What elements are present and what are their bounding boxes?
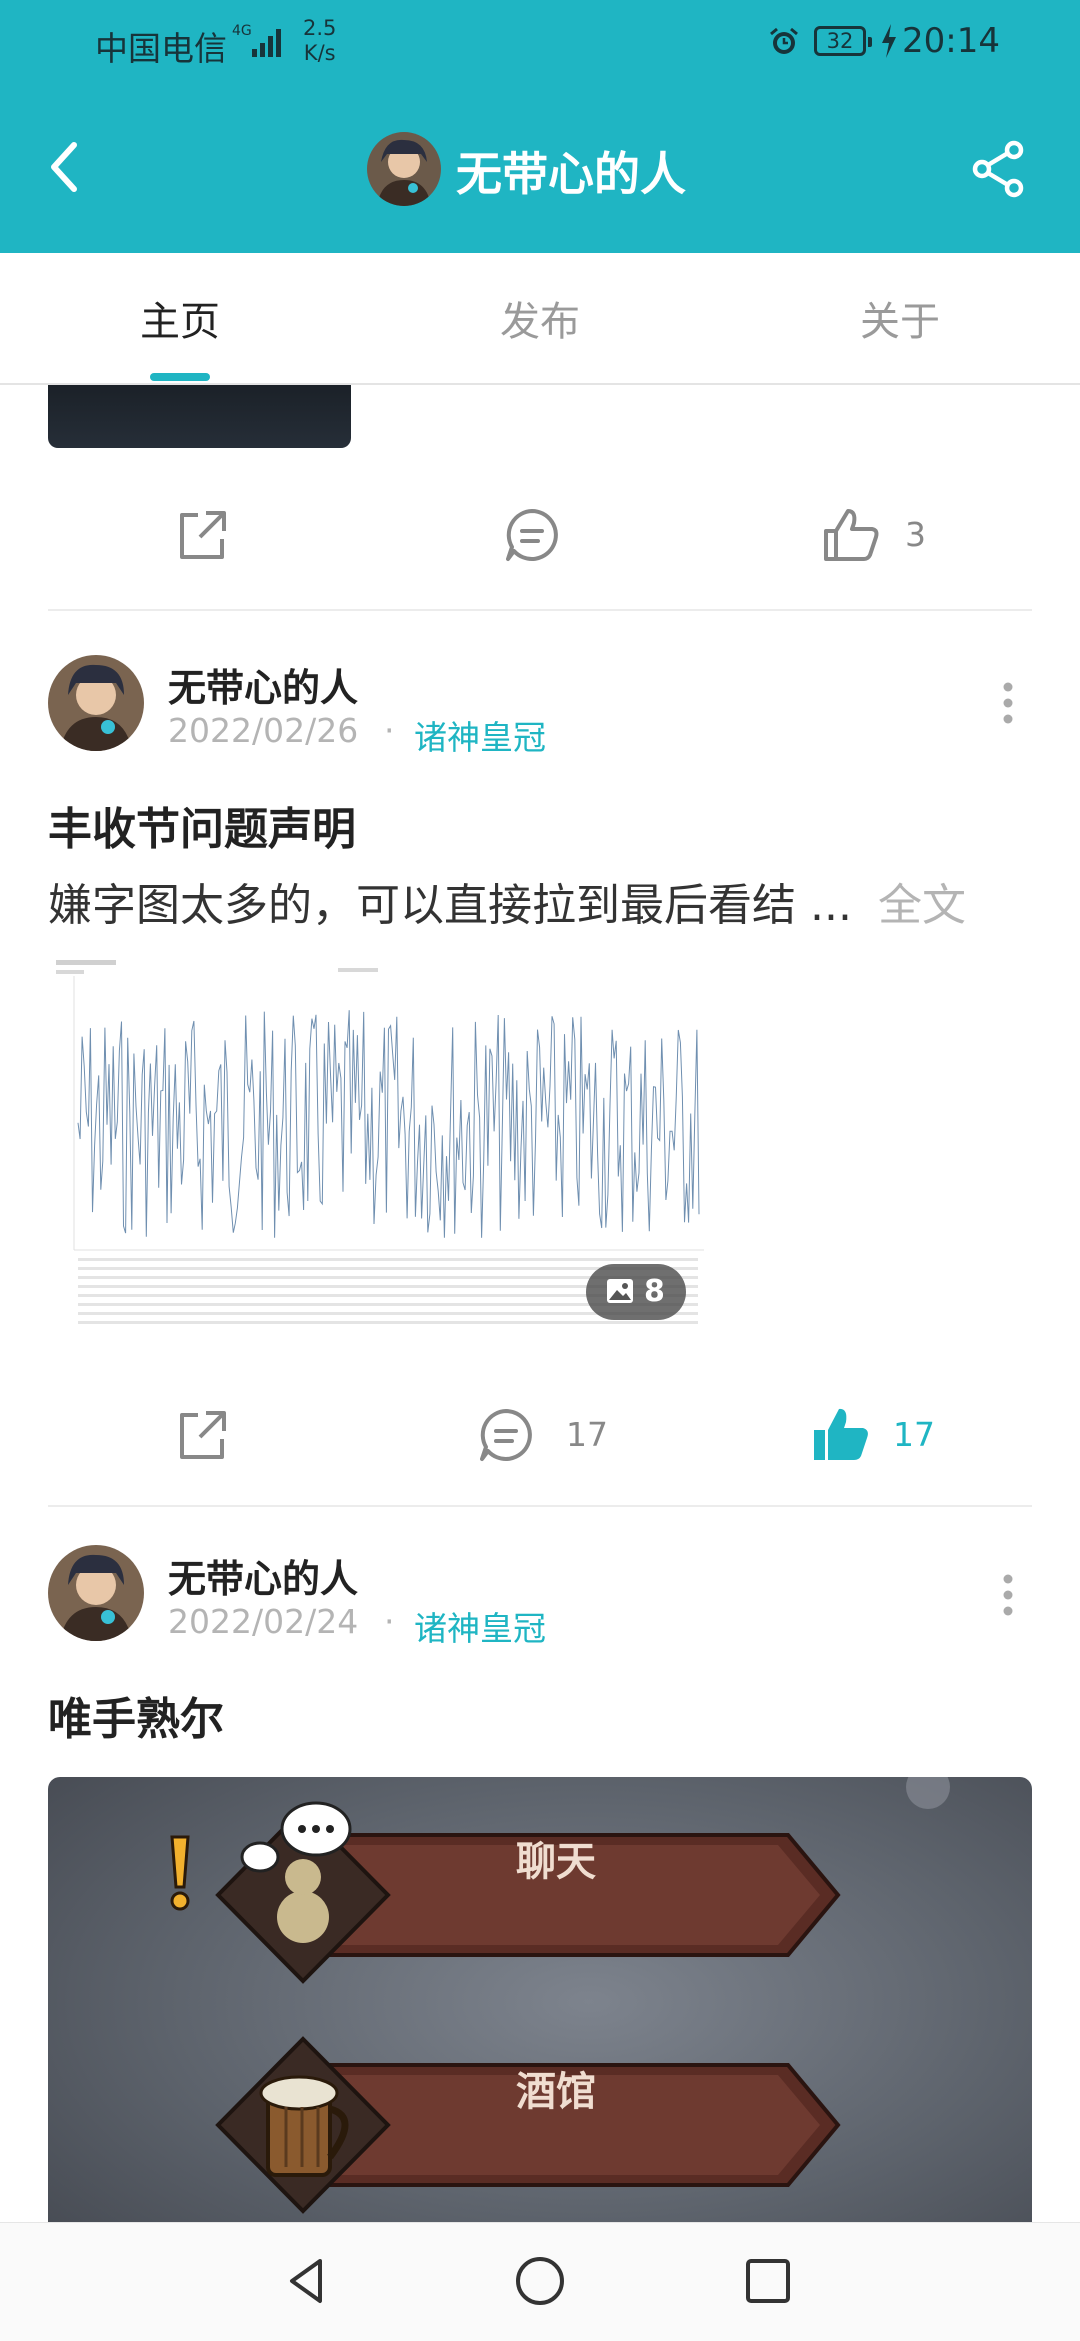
post-title[interactable]: 唯手熟尔: [48, 1683, 224, 1747]
tab-about[interactable]: 关于: [800, 289, 1000, 347]
tab-posts[interactable]: 发布: [440, 289, 640, 347]
more-options-icon[interactable]: [990, 1565, 1026, 1625]
post-title[interactable]: 丰收节问题声明: [48, 793, 356, 857]
meta-separator: ·: [384, 1602, 395, 1641]
post-divider: [48, 609, 1032, 611]
page-title: 无带心的人: [456, 147, 686, 201]
network-speed: 2.5 K/s: [303, 16, 336, 66]
charging-icon: [882, 24, 896, 58]
comment-icon[interactable]: [500, 503, 564, 567]
nav-home-icon[interactable]: [508, 2249, 572, 2313]
network-type: 4G: [232, 23, 252, 39]
meta-separator: ·: [384, 711, 395, 750]
alarm-icon: [770, 27, 798, 54]
thumbnail-footer-row: [78, 1258, 698, 1261]
author-name[interactable]: 无带心的人: [168, 657, 358, 712]
tab-home[interactable]: 主页: [80, 289, 280, 347]
post-image[interactable]: 聊天 酒馆: [48, 1777, 1032, 2222]
image-icon: [607, 1279, 633, 1303]
speed-unit: K/s: [303, 41, 336, 65]
post-date: 2022/02/24: [168, 1602, 359, 1641]
share-icon[interactable]: [968, 138, 1030, 200]
carrier-name: 中国电信: [95, 29, 227, 68]
like-count: 17: [893, 1415, 935, 1454]
app-header: 中国电信 4G 2.5 K/s 32 20:14 无带心的人: [0, 0, 1080, 253]
more-options-icon[interactable]: [990, 673, 1026, 733]
post-topic[interactable]: 诸神皇冠: [414, 711, 546, 759]
image-count-badge[interactable]: 8: [586, 1264, 686, 1320]
status-bar: 中国电信 4G 2.5 K/s 32 20:14: [0, 0, 1080, 84]
nav-back-icon[interactable]: [276, 2249, 340, 2313]
forward-icon[interactable]: [170, 503, 234, 567]
comment-count: 17: [566, 1415, 608, 1454]
post-feed[interactable]: 3 无带心的人 2022/02/26 · 诸神皇冠 丰收节问题声明 嫌字图太多的…: [0, 385, 1080, 2222]
active-tab-indicator: [150, 373, 210, 381]
title-avatar[interactable]: [367, 132, 441, 206]
post-summary[interactable]: 嫌字图太多的，可以直接拉到最后看结 ...: [48, 869, 852, 933]
post-divider: [48, 1505, 1032, 1507]
system-nav-bar: [0, 2222, 1080, 2341]
full-text-link[interactable]: 全文: [872, 869, 966, 933]
forward-icon[interactable]: [170, 1403, 234, 1467]
like-count: 3: [905, 515, 926, 554]
author-avatar[interactable]: [48, 655, 144, 751]
author-avatar[interactable]: [48, 1545, 144, 1641]
post-actions: 3: [0, 485, 1080, 575]
post-image[interactable]: [48, 385, 351, 448]
signal-icon: [252, 29, 281, 57]
post-actions: 17 17: [0, 1385, 1080, 1475]
tavern-label: 酒馆: [516, 2069, 596, 2115]
thumbnail-footer-row: [78, 1321, 698, 1324]
like-icon[interactable]: [820, 503, 884, 567]
nav-recents-icon[interactable]: [736, 2249, 800, 2313]
post-date: 2022/02/26: [168, 711, 359, 750]
status-time: 20:14: [902, 21, 1000, 61]
author-name[interactable]: 无带心的人: [168, 1548, 358, 1603]
post-topic[interactable]: 诸神皇冠: [414, 1602, 546, 1650]
comment-icon[interactable]: [474, 1403, 538, 1467]
battery-indicator: 32: [814, 26, 872, 56]
image-count: 8: [644, 1274, 665, 1309]
back-arrow-icon[interactable]: [40, 135, 90, 199]
speed-value: 2.5: [303, 16, 337, 40]
tab-bar: 主页 发布 关于: [0, 253, 1080, 385]
chat-label: 聊天: [516, 1839, 596, 1885]
liked-icon[interactable]: [810, 1403, 874, 1467]
